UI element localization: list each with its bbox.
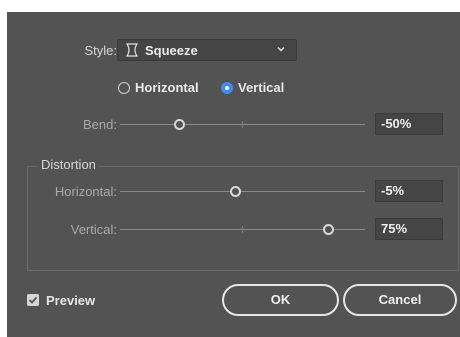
bend-slider-center-tick [242, 121, 243, 128]
vertical-distortion-value-field[interactable]: 75% [375, 218, 443, 240]
cancel-button[interactable]: Cancel [343, 284, 457, 316]
vertical-distortion-label: Vertical: [70, 222, 117, 237]
vertical-radio-circle[interactable] [221, 81, 233, 94]
style-dropdown[interactable]: Squeeze [117, 39, 297, 61]
vertical-radio-label: Vertical [238, 80, 285, 95]
bend-value-field[interactable]: -50% [375, 113, 443, 135]
vertical-distortion-center-tick [242, 226, 243, 233]
distortion-group-title: Distortion [38, 157, 99, 172]
warp-options-dialog: Style: Squeeze Horizontal Vertical Bend:… [7, 12, 460, 337]
vertical-distortion-slider-thumb[interactable] [323, 224, 334, 235]
preview-label: Preview [46, 293, 96, 308]
horizontal-radio-label: Horizontal [135, 80, 199, 95]
style-value: Squeeze [145, 42, 198, 58]
horizontal-radio-circle[interactable] [118, 81, 130, 94]
chevron-down-icon [277, 46, 285, 52]
horizontal-distortion-slider-track[interactable] [120, 191, 365, 192]
squeeze-warp-icon [125, 43, 139, 57]
bend-slider-thumb[interactable] [174, 119, 185, 130]
horizontal-distortion-value-field[interactable]: -5% [375, 180, 443, 202]
horizontal-radio[interactable]: Horizontal [118, 80, 199, 95]
style-label: Style: [84, 43, 117, 58]
preview-checkbox[interactable] [27, 294, 39, 306]
horizontal-distortion-label: Horizontal: [54, 184, 117, 199]
vertical-radio[interactable]: Vertical [221, 80, 284, 95]
checkmark-icon [28, 296, 38, 304]
horizontal-distortion-slider-thumb[interactable] [230, 186, 241, 197]
bend-label: Bend: [83, 117, 117, 132]
ok-button[interactable]: OK [222, 284, 339, 316]
